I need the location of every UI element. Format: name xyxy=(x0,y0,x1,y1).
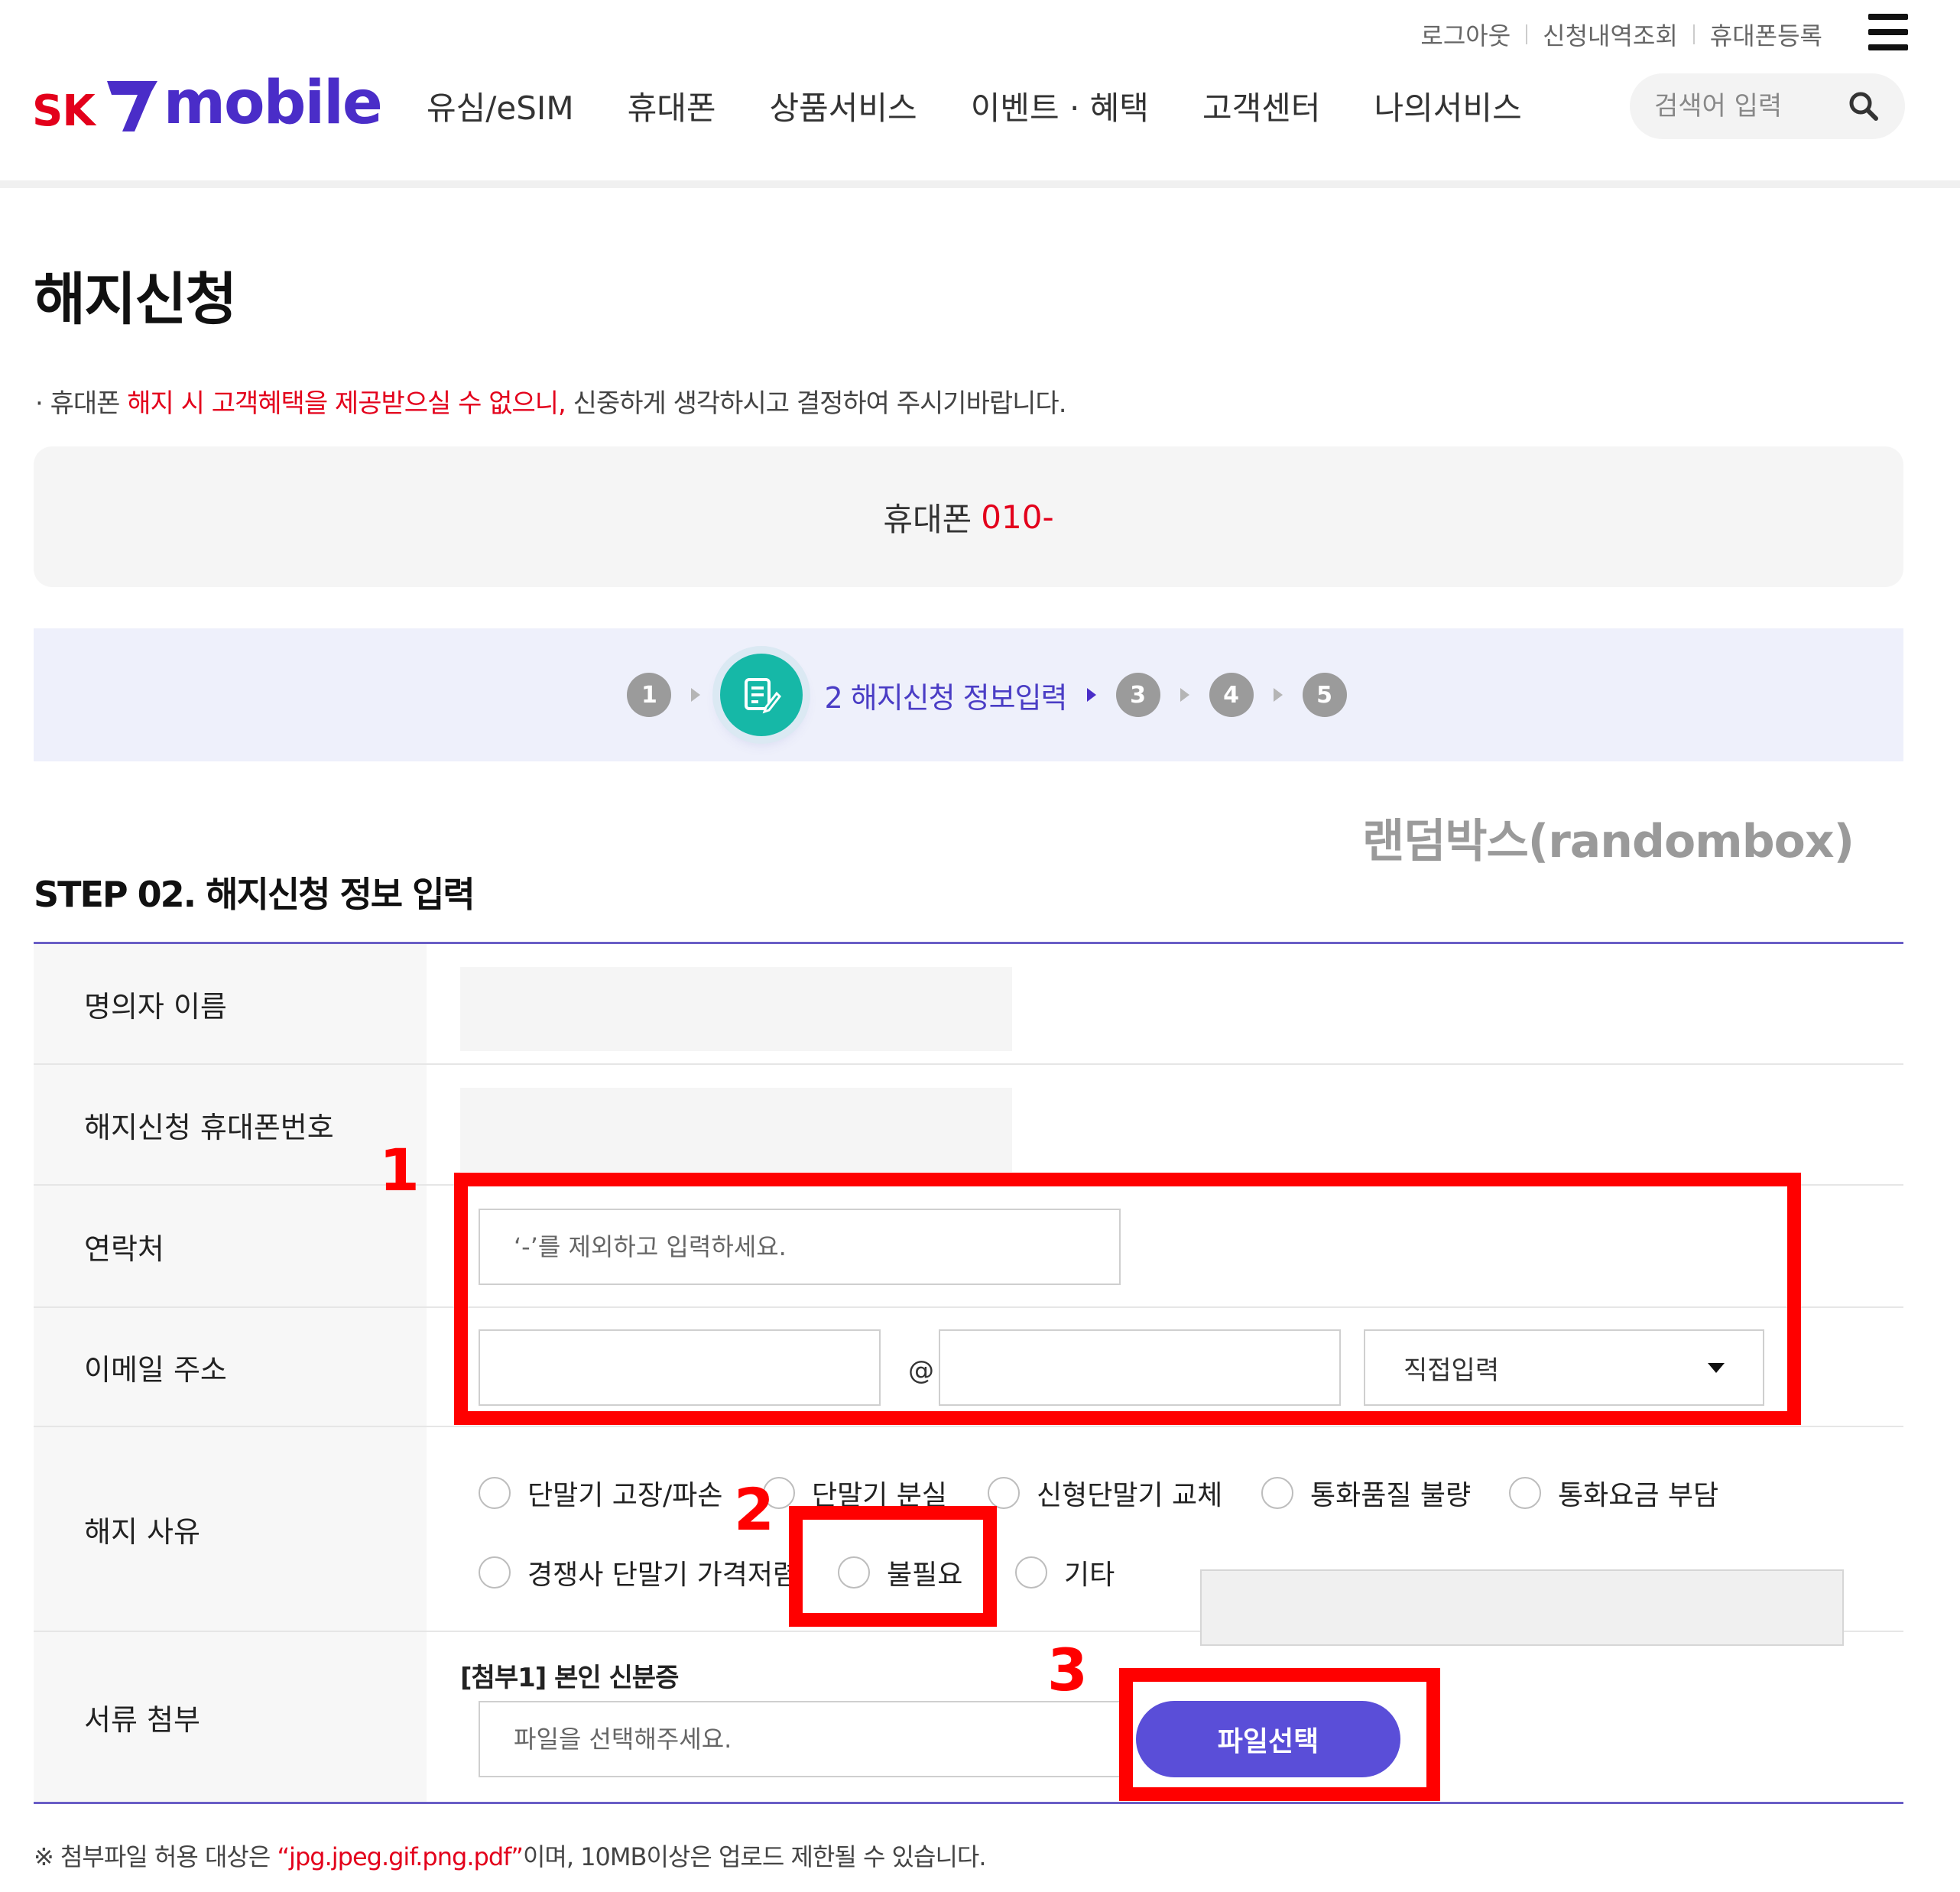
contact-label: 연락처 xyxy=(34,1186,427,1306)
radio-icon[interactable] xyxy=(988,1477,1020,1509)
nav-my-services[interactable]: 나의서비스 xyxy=(1374,83,1522,129)
step-4: 4 xyxy=(1209,673,1254,717)
annotation-number-3: 3 xyxy=(1047,1636,1088,1704)
annotation-number-2: 2 xyxy=(734,1475,774,1543)
attach1-label: [첨부1] 본인 신분증 xyxy=(460,1663,679,1693)
radio-icon[interactable] xyxy=(1509,1477,1541,1509)
progress-steps: 1 2 해지신청 정보입력 3 4 5 xyxy=(34,628,1903,761)
search-icon[interactable] xyxy=(1847,89,1880,123)
watermark: 랜덤박스(randombox) xyxy=(1362,815,1855,868)
section-title: STEP 02. 해지신청 정보 입력 xyxy=(34,874,475,915)
reason-device-broken[interactable]: 단말기 고장/파손 xyxy=(479,1473,722,1513)
owner-name-value xyxy=(460,967,1012,1051)
application-history-link[interactable]: 신청내역조회 xyxy=(1543,17,1678,52)
radio-icon[interactable] xyxy=(479,1556,511,1589)
phone-label: 휴대폰 xyxy=(883,500,972,538)
step-1: 1 xyxy=(627,673,672,717)
menu-icon[interactable] xyxy=(1868,14,1908,50)
search-input[interactable] xyxy=(1654,91,1847,122)
nav-phone[interactable]: 휴대폰 xyxy=(628,83,716,129)
annotation-box-3 xyxy=(1119,1668,1440,1801)
owner-name-label: 명의자 이름 xyxy=(34,944,427,1063)
reason-call-quality[interactable]: 통화품질 불량 xyxy=(1261,1473,1471,1513)
nav-usim[interactable]: 유심/eSIM xyxy=(427,83,574,129)
logo-sk-text: SK xyxy=(32,86,96,136)
step-arrow-icon xyxy=(691,688,701,702)
radio-icon[interactable] xyxy=(1261,1477,1293,1509)
logo-mobile-text: mobile xyxy=(163,69,383,138)
logo-seven-icon xyxy=(106,81,157,131)
step-arrow-icon xyxy=(1273,688,1283,702)
row-documents: 서류 첨부 [첨부1] 본인 신분증 파일선택 xyxy=(34,1632,1903,1802)
edit-document-icon xyxy=(745,678,782,714)
radio-icon[interactable] xyxy=(479,1477,511,1509)
phone-number: 010- xyxy=(981,498,1054,536)
step-arrow-icon xyxy=(1086,688,1096,702)
divider xyxy=(1692,24,1695,44)
annotation-box-2 xyxy=(789,1506,997,1627)
page-title: 해지신청 xyxy=(34,267,237,333)
phone-number-label: 해지신청 휴대폰번호 xyxy=(34,1065,427,1184)
step-3: 3 xyxy=(1115,673,1160,717)
divider xyxy=(1526,24,1528,44)
documents-label: 서류 첨부 xyxy=(34,1632,427,1802)
reason-competitor-cheaper[interactable]: 경쟁사 단말기 가격저렴 xyxy=(479,1553,798,1592)
annotation-box-1 xyxy=(454,1173,1801,1425)
step-5: 5 xyxy=(1302,673,1347,717)
nav-events[interactable]: 이벤트 · 혜택 xyxy=(971,83,1149,129)
register-phone-link[interactable]: 휴대폰등록 xyxy=(1710,17,1822,52)
reason-call-fee[interactable]: 통화요금 부담 xyxy=(1509,1473,1718,1513)
step-arrow-icon xyxy=(1180,688,1189,702)
logo[interactable]: SK mobile xyxy=(32,69,383,138)
step-2-label: 2 해지신청 정보입력 xyxy=(824,680,1067,715)
row-phone-number: 해지신청 휴대폰번호 xyxy=(34,1065,1903,1186)
header-divider xyxy=(0,180,1960,188)
nav-customer-center[interactable]: 고객센터 xyxy=(1202,83,1321,129)
nav-products[interactable]: 상품서비스 xyxy=(769,83,917,129)
file-path-input[interactable] xyxy=(479,1701,1124,1777)
phone-number-value xyxy=(460,1088,1012,1172)
search-box xyxy=(1630,73,1905,139)
email-label: 이메일 주소 xyxy=(34,1308,427,1426)
logout-link[interactable]: 로그아웃 xyxy=(1420,17,1511,52)
row-owner-name: 명의자 이름 xyxy=(34,944,1903,1065)
annotation-number-1: 1 xyxy=(379,1136,420,1204)
reason-other[interactable]: 기타 xyxy=(1015,1553,1115,1592)
attachment-footnote: ※ 첨부파일 허용 대상은 “jpg.jpeg.gif.png.pdf”이며, … xyxy=(34,1842,986,1871)
radio-icon[interactable] xyxy=(1015,1556,1047,1589)
reason-label: 해지 사유 xyxy=(34,1427,427,1631)
termination-notice: · 휴대폰 해지 시 고객혜택을 제공받으실 수 없으니, 신중하게 생각하시고… xyxy=(35,388,1067,419)
phone-number-banner: 휴대폰 010- xyxy=(34,446,1903,587)
step-2-active xyxy=(720,654,803,736)
utility-links: 로그아웃 신청내역조회 휴대폰등록 xyxy=(1420,17,1822,52)
main-navigation: 유심/eSIM 휴대폰 상품서비스 이벤트 · 혜택 고객센터 나의서비스 xyxy=(427,83,1575,129)
reason-new-device[interactable]: 신형단말기 교체 xyxy=(988,1473,1222,1513)
